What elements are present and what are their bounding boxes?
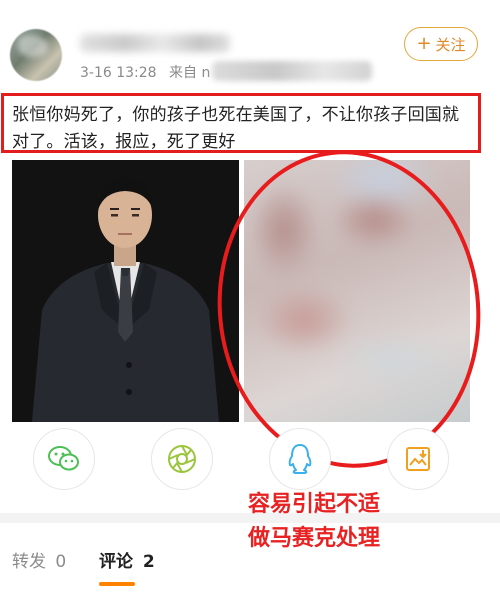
post-time: 3-16 13:28 (80, 65, 157, 81)
tab-repost-count: 0 (55, 552, 67, 572)
tab-comment-count: 2 (142, 552, 155, 572)
wechat-share-button[interactable] (33, 428, 95, 490)
suit-portrait (12, 160, 239, 422)
tab-comment[interactable]: 评论 2 (99, 547, 155, 572)
qq-icon (288, 444, 312, 474)
tab-comment-label: 评论 (99, 552, 133, 572)
avatar[interactable] (10, 29, 62, 81)
tab-repost[interactable]: 转发 0 (12, 547, 66, 572)
post-meta: 3-16 13:28 来自 n (80, 64, 210, 82)
save-image-icon (406, 447, 430, 471)
tab-repost-label: 转发 (12, 552, 46, 572)
save-image-button[interactable] (387, 428, 449, 490)
mosaic-notice: 容易引起不适 做马赛克处理 (248, 488, 448, 556)
notice-line-2: 做马赛克处理 (248, 526, 381, 551)
follow-label: 关注 (435, 35, 466, 54)
qq-share-button[interactable] (269, 428, 331, 490)
plus-icon: + (416, 33, 432, 54)
active-tab-indicator (99, 582, 135, 586)
follow-button[interactable]: + 关注 (404, 27, 478, 61)
moments-icon (168, 445, 196, 473)
post-source: 来自 n (169, 65, 211, 81)
moments-share-button[interactable] (151, 428, 213, 490)
source-mosaic (212, 61, 372, 81)
post-image-left[interactable] (12, 160, 239, 422)
username-mosaic (80, 34, 230, 52)
wechat-icon (48, 446, 79, 471)
notice-line-1: 容易引起不适 (248, 492, 381, 517)
annotation-box (1, 93, 481, 153)
